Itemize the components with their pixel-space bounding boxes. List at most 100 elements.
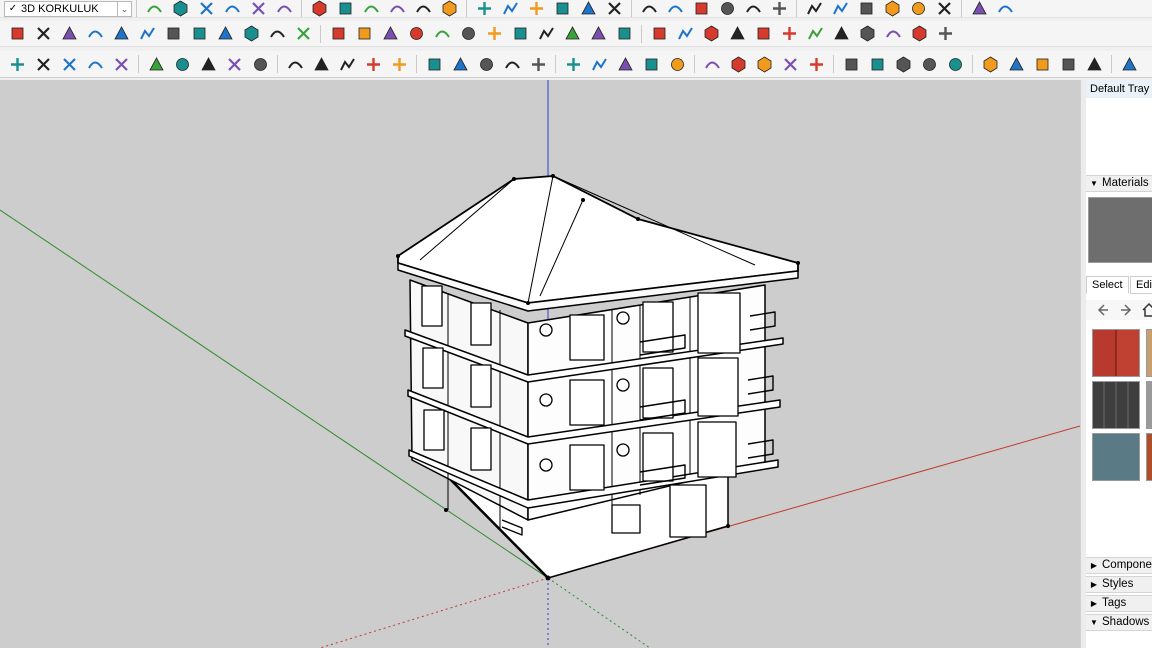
flatten-icon[interactable] bbox=[892, 53, 914, 75]
material-wood[interactable] bbox=[1146, 329, 1152, 377]
sphere-icon[interactable] bbox=[527, 53, 549, 75]
skew-icon[interactable] bbox=[918, 53, 940, 75]
paint-icon[interactable] bbox=[473, 0, 495, 17]
angle-icon[interactable] bbox=[588, 53, 610, 75]
cylinder-icon[interactable] bbox=[1005, 53, 1027, 75]
leaf-icon[interactable] bbox=[866, 53, 888, 75]
zoom-icon[interactable] bbox=[551, 0, 573, 17]
move-icon[interactable] bbox=[334, 0, 356, 17]
grid-icon[interactable] bbox=[804, 23, 826, 45]
cone-icon[interactable] bbox=[457, 23, 479, 45]
fillet-icon[interactable] bbox=[535, 23, 557, 45]
solid-trim-icon[interactable] bbox=[58, 23, 80, 45]
group-icon[interactable] bbox=[700, 23, 722, 45]
window-icon[interactable] bbox=[240, 23, 262, 45]
material-brick[interactable] bbox=[1146, 433, 1152, 481]
follow-me-icon[interactable] bbox=[308, 0, 330, 17]
bezier-icon[interactable] bbox=[353, 23, 375, 45]
arc-icon[interactable] bbox=[221, 0, 243, 17]
door-icon[interactable] bbox=[266, 23, 288, 45]
cut-icon[interactable] bbox=[388, 53, 410, 75]
prism-icon[interactable] bbox=[727, 53, 749, 75]
export-icon[interactable] bbox=[58, 53, 80, 75]
tab-edit[interactable]: Edit bbox=[1130, 276, 1152, 294]
loop-icon[interactable] bbox=[449, 53, 471, 75]
tree-icon[interactable] bbox=[110, 53, 132, 75]
move-y-icon[interactable] bbox=[405, 23, 427, 45]
material-roof-tile-red[interactable] bbox=[1092, 329, 1140, 377]
undo-loop-icon[interactable] bbox=[674, 23, 696, 45]
tab-select[interactable]: Select bbox=[1086, 276, 1129, 294]
paint-bucket-icon[interactable] bbox=[247, 0, 269, 17]
scene-dropdown[interactable]: ✓ 3D KORKULUK ⌄ bbox=[4, 0, 132, 17]
pan-icon[interactable] bbox=[525, 0, 547, 17]
front-view-icon[interactable] bbox=[768, 0, 790, 17]
tool-icon[interactable] bbox=[362, 53, 384, 75]
look-around-icon[interactable] bbox=[664, 0, 686, 17]
shaded-icon[interactable] bbox=[968, 0, 990, 17]
texture-icon[interactable] bbox=[994, 0, 1016, 17]
solid-union-icon[interactable] bbox=[6, 23, 28, 45]
checker-icon[interactable] bbox=[171, 53, 193, 75]
subtract-icon[interactable] bbox=[110, 23, 132, 45]
iso-view-icon[interactable] bbox=[716, 0, 738, 17]
bend-icon[interactable] bbox=[475, 53, 497, 75]
stair2-icon[interactable] bbox=[1031, 53, 1053, 75]
eraser-icon[interactable] bbox=[169, 0, 191, 17]
bevel-icon[interactable] bbox=[1083, 53, 1105, 75]
mail-icon[interactable] bbox=[249, 53, 271, 75]
info-icon[interactable] bbox=[284, 53, 306, 75]
wireframe-icon[interactable] bbox=[907, 0, 929, 17]
offset-icon[interactable] bbox=[587, 23, 609, 45]
curve-icon[interactable] bbox=[162, 23, 184, 45]
push-pull-icon[interactable] bbox=[273, 0, 295, 17]
text-icon[interactable] bbox=[438, 0, 460, 17]
top-view-icon[interactable] bbox=[742, 0, 764, 17]
home-icon[interactable] bbox=[1142, 303, 1152, 317]
shape-icon[interactable] bbox=[840, 53, 862, 75]
box-icon[interactable] bbox=[648, 23, 670, 45]
rotate-icon[interactable] bbox=[360, 0, 382, 17]
pyramid-icon[interactable] bbox=[483, 23, 505, 45]
wall2-icon[interactable] bbox=[1057, 53, 1079, 75]
extension-icon[interactable] bbox=[6, 53, 28, 75]
move-z-icon[interactable] bbox=[431, 23, 453, 45]
right-view-icon[interactable] bbox=[803, 0, 825, 17]
materials-panel-header[interactable]: ▼ Materials bbox=[1086, 175, 1152, 192]
components-panel-header[interactable]: ▶ Components bbox=[1086, 557, 1152, 574]
solid-split-icon[interactable] bbox=[84, 23, 106, 45]
refresh-icon[interactable] bbox=[32, 53, 54, 75]
back-arrow-icon[interactable] bbox=[1096, 303, 1110, 317]
shadows-panel-header[interactable]: ▼ Shadows bbox=[1086, 614, 1152, 631]
rect-icon[interactable] bbox=[188, 23, 210, 45]
array-icon[interactable] bbox=[908, 23, 930, 45]
line-icon[interactable] bbox=[640, 53, 662, 75]
texture-tile-icon[interactable] bbox=[778, 23, 800, 45]
fan-icon[interactable] bbox=[944, 53, 966, 75]
hidden-line-icon[interactable] bbox=[933, 0, 955, 17]
forward-arrow-icon[interactable] bbox=[1119, 303, 1133, 317]
styles-panel-header[interactable]: ▶ Styles bbox=[1086, 576, 1152, 593]
solid-intersect-icon[interactable] bbox=[32, 23, 54, 45]
pencil-icon[interactable] bbox=[195, 0, 217, 17]
tape-measure-icon[interactable] bbox=[412, 0, 434, 17]
chamfer-icon[interactable] bbox=[561, 23, 583, 45]
chevron-down-icon[interactable]: ⌄ bbox=[117, 1, 131, 16]
wall-icon[interactable] bbox=[214, 23, 236, 45]
draw-path-icon[interactable] bbox=[310, 53, 332, 75]
tags-panel-header[interactable]: ▶ Tags bbox=[1086, 595, 1152, 612]
shell-icon[interactable] bbox=[136, 23, 158, 45]
hand-icon[interactable] bbox=[805, 53, 827, 75]
fan2-icon[interactable] bbox=[979, 53, 1001, 75]
layers-icon[interactable] bbox=[934, 23, 956, 45]
mesh-icon[interactable] bbox=[779, 53, 801, 75]
position-camera-icon[interactable] bbox=[690, 0, 712, 17]
ruler-icon[interactable] bbox=[701, 53, 723, 75]
curve2-icon[interactable] bbox=[336, 53, 358, 75]
xray-icon[interactable] bbox=[881, 0, 903, 17]
explode-icon[interactable] bbox=[752, 23, 774, 45]
model-canvas[interactable] bbox=[0, 80, 1080, 648]
grid2-icon[interactable] bbox=[830, 23, 852, 45]
select-icon[interactable] bbox=[143, 0, 165, 17]
add-icon[interactable] bbox=[84, 53, 106, 75]
